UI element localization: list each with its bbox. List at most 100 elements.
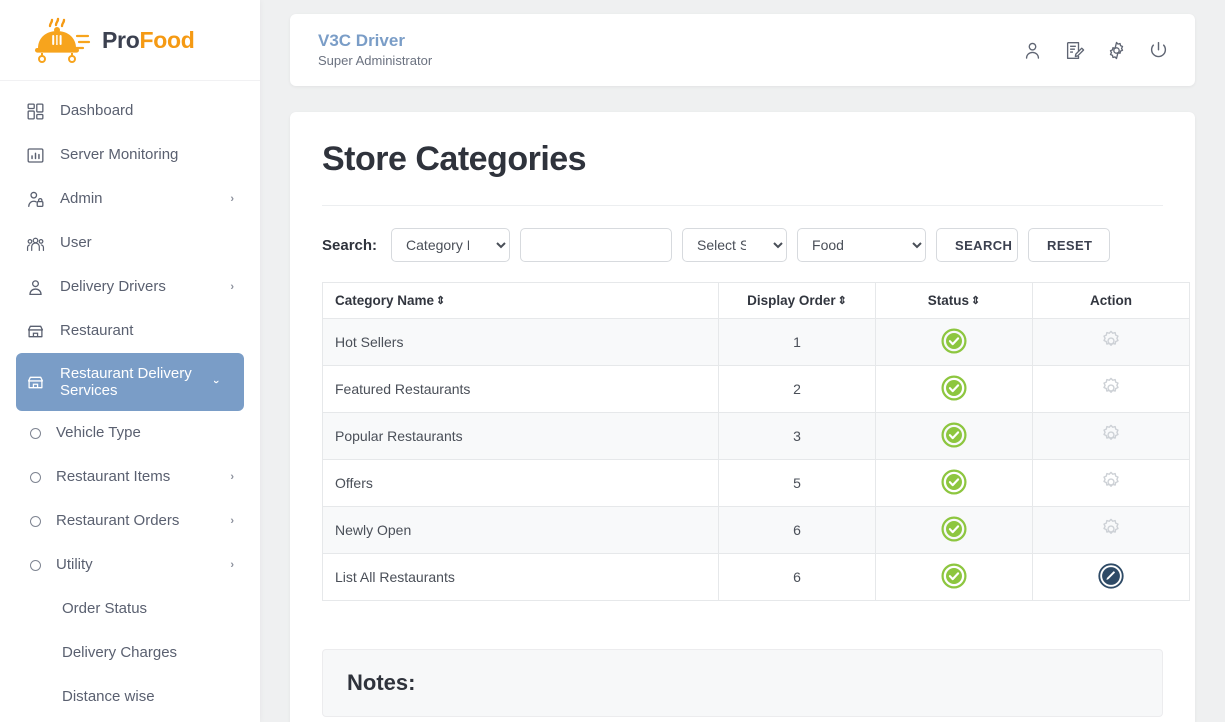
cell-action (1032, 365, 1190, 413)
sidebar-item-delivery-charges[interactable]: Delivery Charges (16, 631, 244, 675)
table-row: Hot Sellers 1 (322, 318, 1190, 366)
cell-action (1032, 318, 1190, 366)
gear-icon[interactable] (1099, 517, 1123, 544)
people-group-icon (24, 232, 46, 254)
sidebar-item-user[interactable]: User (16, 221, 244, 265)
cell-display-order: 2 (718, 365, 876, 413)
cell-action (1032, 553, 1190, 601)
search-input[interactable] (520, 228, 673, 262)
circle-bullet-icon (28, 510, 42, 532)
current-user-block: V3C Driver Super Administrator (318, 30, 1021, 70)
user-name: V3C Driver (318, 30, 405, 50)
gear-icon[interactable] (1099, 329, 1123, 356)
type-filter-select[interactable]: Food (797, 228, 927, 262)
store-icon (24, 371, 46, 393)
notes-title: Notes: (347, 670, 416, 695)
table-row: Featured Restaurants 2 (322, 365, 1190, 413)
page-title: Store Categories (322, 140, 1163, 206)
settings-gear-icon[interactable] (1105, 39, 1127, 61)
sidebar-item-vehicle-type[interactable]: Vehicle Type (16, 411, 244, 455)
sidebar-item-utility[interactable]: Utility › (16, 543, 244, 587)
sidebar-item-label: Delivery Drivers (60, 278, 166, 296)
sidebar-item-distance-wise[interactable]: Distance wise (16, 675, 244, 719)
sidebar-item-order-status[interactable]: Order Status (16, 587, 244, 631)
gear-icon[interactable] (1099, 470, 1123, 497)
edit-document-icon[interactable] (1063, 39, 1085, 61)
chevron-down-icon: › (209, 380, 222, 384)
green-check-badge-icon[interactable] (941, 515, 967, 545)
cell-display-order: 1 (718, 318, 876, 366)
sidebar-item-label: Utility (56, 556, 93, 574)
cell-action (1032, 506, 1190, 554)
sidebar-item-admin[interactable]: Admin › (16, 177, 244, 221)
green-check-badge-icon[interactable] (941, 327, 967, 357)
column-label: Category Name (335, 293, 435, 308)
power-logout-icon[interactable] (1147, 39, 1169, 61)
cell-category-name: Offers (322, 459, 719, 507)
sidebar-item-label: Distance wise (62, 688, 155, 706)
status-filter-select[interactable]: Select Status (682, 228, 788, 262)
column-label: Status (927, 293, 970, 308)
profile-icon[interactable] (1021, 39, 1043, 61)
reset-button[interactable]: RESET (1028, 228, 1111, 262)
search-button[interactable]: SEARCH (936, 228, 1019, 262)
sidebar-item-dashboard[interactable]: Dashboard (16, 89, 244, 133)
cell-action (1032, 412, 1190, 460)
sort-toggle-icon[interactable]: ⇕ (971, 296, 980, 307)
sort-toggle-icon[interactable]: ⇕ (436, 296, 445, 307)
main-content: V3C Driver Super Administrator Store Cat… (260, 0, 1225, 722)
grid-dashboard-icon (24, 100, 46, 122)
table-body: Hot Sellers 1 Featured Restaurants 2 Pop… (322, 318, 1190, 601)
sidebar-item-restaurant-items[interactable]: Restaurant Items › (16, 455, 244, 499)
sidebar-item-restaurant-delivery-services[interactable]: Restaurant Delivery Services › (16, 353, 244, 411)
green-check-badge-icon[interactable] (941, 562, 967, 592)
column-header-category-name[interactable]: Category Name ⇕ (322, 282, 719, 319)
chevron-right-icon: › (230, 193, 234, 205)
green-check-badge-icon[interactable] (941, 374, 967, 404)
table-head: Category Name ⇕ Display Order ⇕ Status ⇕ Ac… (322, 282, 1190, 319)
green-check-badge-icon[interactable] (941, 468, 967, 498)
column-header-status[interactable]: Status ⇕ (875, 282, 1033, 319)
cell-category-name: Popular Restaurants (322, 412, 719, 460)
edit-pencil-icon[interactable] (1098, 562, 1124, 592)
cell-status (875, 553, 1033, 601)
top-bar-actions (1021, 39, 1169, 61)
chevron-right-icon: › (230, 559, 234, 571)
brand-logo[interactable]: ProFood (0, 0, 260, 81)
table-row: List All Restaurants 6 (322, 553, 1190, 601)
sidebar-item-delivery-drivers[interactable]: Delivery Drivers › (16, 265, 244, 309)
column-header-display-order[interactable]: Display Order ⇕ (718, 282, 876, 319)
sidebar-item-label: Restaurant (60, 322, 134, 340)
sidebar-item-label: Restaurant Orders (56, 512, 180, 530)
person-icon (24, 276, 46, 298)
sidebar-item-label: Restaurant Items (56, 468, 171, 486)
sidebar-item-restaurant[interactable]: Restaurant (16, 309, 244, 353)
gear-icon[interactable] (1099, 423, 1123, 450)
cell-status (875, 506, 1033, 554)
chevron-right-icon: › (230, 471, 234, 483)
table-header-row: Category Name ⇕ Display Order ⇕ Status ⇕ Ac… (322, 282, 1190, 319)
notes-panel: Notes: (322, 649, 1163, 717)
sidebar-item-label: Admin (60, 190, 103, 208)
green-check-badge-icon[interactable] (941, 421, 967, 451)
search-field-select[interactable]: Category Name (391, 228, 511, 262)
search-filter-bar: Search: Category Name Select Status Food… (322, 206, 1163, 282)
circle-bullet-icon (28, 422, 42, 444)
search-label: Search: (322, 236, 378, 254)
cell-action (1032, 459, 1190, 507)
cell-status (875, 459, 1033, 507)
cell-status (875, 365, 1033, 413)
brand-name-part1: Pro (102, 26, 140, 53)
cell-display-order: 5 (718, 459, 876, 507)
table-row: Offers 5 (322, 459, 1190, 507)
table-row: Newly Open 6 (322, 506, 1190, 554)
cell-category-name: Featured Restaurants (322, 365, 719, 413)
sidebar-item-server-monitoring[interactable]: Server Monitoring (16, 133, 244, 177)
sidebar-item-restaurant-orders[interactable]: Restaurant Orders › (16, 499, 244, 543)
brand-name-part2: Food (139, 26, 195, 53)
sort-toggle-icon[interactable]: ⇕ (838, 296, 847, 307)
gear-icon[interactable] (1099, 376, 1123, 403)
person-lock-icon (24, 188, 46, 210)
sidebar: ProFood Dashboard Server Monitoring Admi… (0, 0, 260, 722)
column-header-action: Action (1032, 282, 1190, 319)
